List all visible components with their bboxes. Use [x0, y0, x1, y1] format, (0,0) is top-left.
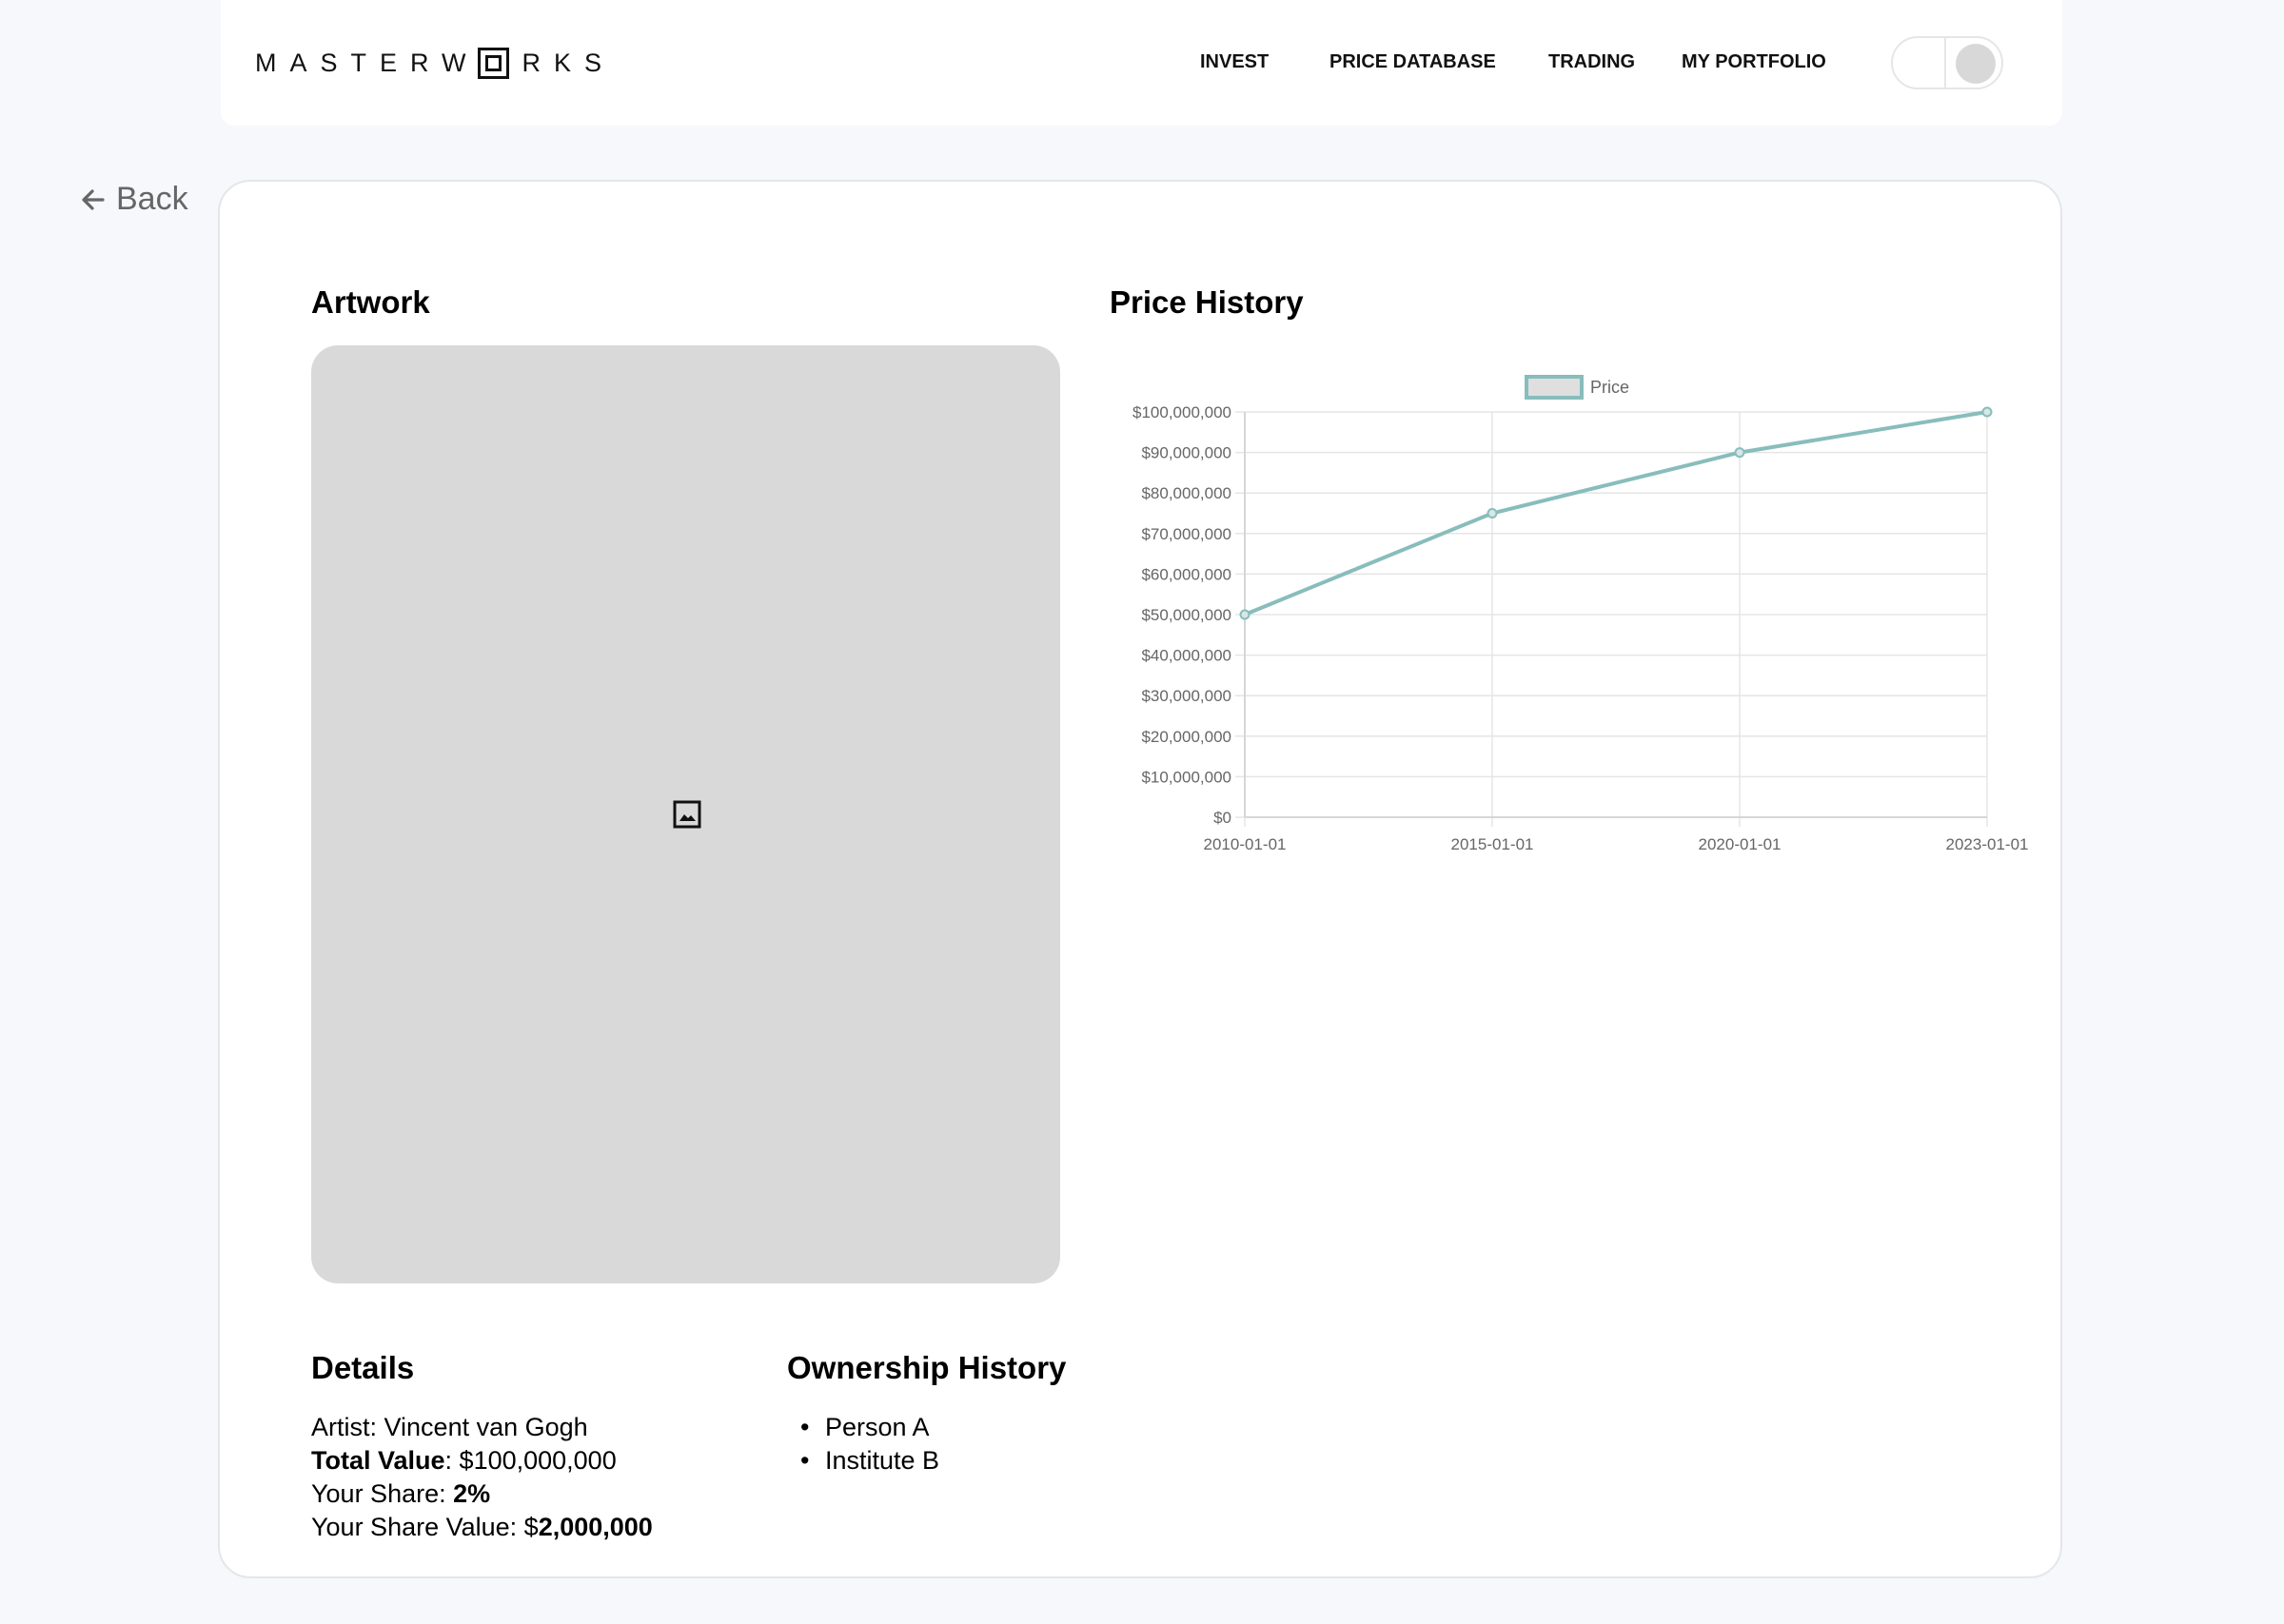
image-icon	[673, 800, 701, 829]
detail-share: Your Share: 2%	[311, 1477, 653, 1511]
detail-share-value: 2%	[453, 1479, 491, 1508]
y-tick-label: $10,000,000	[1141, 768, 1231, 786]
detail-artist: Artist: Vincent van Gogh	[311, 1411, 653, 1444]
price-history-chart: $0 $10,000,000 $20,000,000 $30,000,000 $40,0…	[1105, 362, 2057, 1047]
top-navigation-bar: MASTERW RKS INVEST PRICE DATABASE TRADIN…	[221, 0, 2062, 126]
list-item: Institute B	[787, 1444, 939, 1477]
data-point	[1734, 447, 1745, 459]
y-tick-label: $60,000,000	[1141, 565, 1231, 583]
details-heading: Details	[311, 1350, 415, 1385]
artwork-image-placeholder	[311, 345, 1060, 1283]
y-tick-label: $80,000,000	[1141, 484, 1231, 502]
y-tick-label: $20,000,000	[1141, 728, 1231, 746]
ownership-list: Person A Institute B	[787, 1411, 939, 1477]
data-point	[1981, 406, 1993, 418]
logo-text-left: MASTERW	[255, 48, 480, 77]
artwork-detail-card: Artwork Price History $0 $10,000,000 $20,0…	[218, 180, 2062, 1578]
detail-share-label: Your Share:	[311, 1479, 454, 1508]
masterworks-logo[interactable]: MASTERW RKS	[255, 46, 615, 80]
nav-my-portfolio[interactable]: MY PORTFOLIO	[1682, 51, 1826, 73]
x-tick-label: 2015-01-01	[1451, 835, 1534, 853]
nav-invest[interactable]: INVEST	[1200, 51, 1269, 73]
list-item: Person A	[787, 1411, 939, 1444]
detail-artist-value: Vincent van Gogh	[384, 1413, 588, 1441]
y-tick-label: $70,000,000	[1141, 525, 1231, 543]
nav-trading[interactable]: TRADING	[1548, 51, 1635, 73]
legend-label: Price	[1590, 378, 1629, 397]
logo-text-right: RKS	[522, 48, 616, 77]
y-tick-label: $30,000,000	[1141, 687, 1231, 705]
detail-total-value-amount: : $100,000,000	[444, 1446, 617, 1475]
logo-o-mark	[477, 47, 509, 79]
y-tick-label: $50,000,000	[1141, 606, 1231, 624]
legend-swatch	[1525, 375, 1584, 400]
y-tick-label: $90,000,000	[1141, 444, 1231, 462]
theme-toggle[interactable]	[1891, 36, 2003, 89]
back-label: Back	[116, 181, 188, 217]
data-point	[1487, 508, 1498, 519]
y-tick-label: $0	[1213, 809, 1231, 827]
details-list: Artist: Vincent van Gogh Total Value: $1…	[311, 1411, 653, 1544]
arrow-left-icon	[82, 188, 105, 210]
data-point	[1239, 609, 1250, 620]
x-tick-label: 2020-01-01	[1699, 835, 1782, 853]
chart-svg: $0 $10,000,000 $20,000,000 $30,000,000 $40,0…	[1132, 375, 2029, 853]
x-tick-label: 2023-01-01	[1946, 835, 2029, 853]
detail-total-value: Total Value: $100,000,000	[311, 1444, 653, 1477]
artwork-heading: Artwork	[311, 284, 430, 320]
toggle-knob	[1956, 44, 1996, 84]
detail-share-value-label: Your Share Value: $	[311, 1513, 539, 1541]
nav-price-database[interactable]: PRICE DATABASE	[1329, 51, 1496, 73]
detail-total-value-label: Total Value	[311, 1446, 445, 1475]
detail-share-value-amount: 2,000,000	[538, 1513, 653, 1541]
y-tick-label: $100,000,000	[1132, 403, 1231, 421]
ownership-history-heading: Ownership History	[787, 1350, 1067, 1385]
detail-artist-label: Artist:	[311, 1413, 384, 1441]
toggle-divider	[1944, 38, 1946, 88]
price-series-line	[1244, 410, 1988, 616]
x-tick-label: 2010-01-01	[1204, 835, 1287, 853]
detail-share-value-row: Your Share Value: $2,000,000	[311, 1511, 653, 1544]
back-button[interactable]: Back	[78, 181, 188, 218]
price-history-heading: Price History	[1110, 284, 1304, 320]
y-tick-label: $40,000,000	[1141, 647, 1231, 665]
